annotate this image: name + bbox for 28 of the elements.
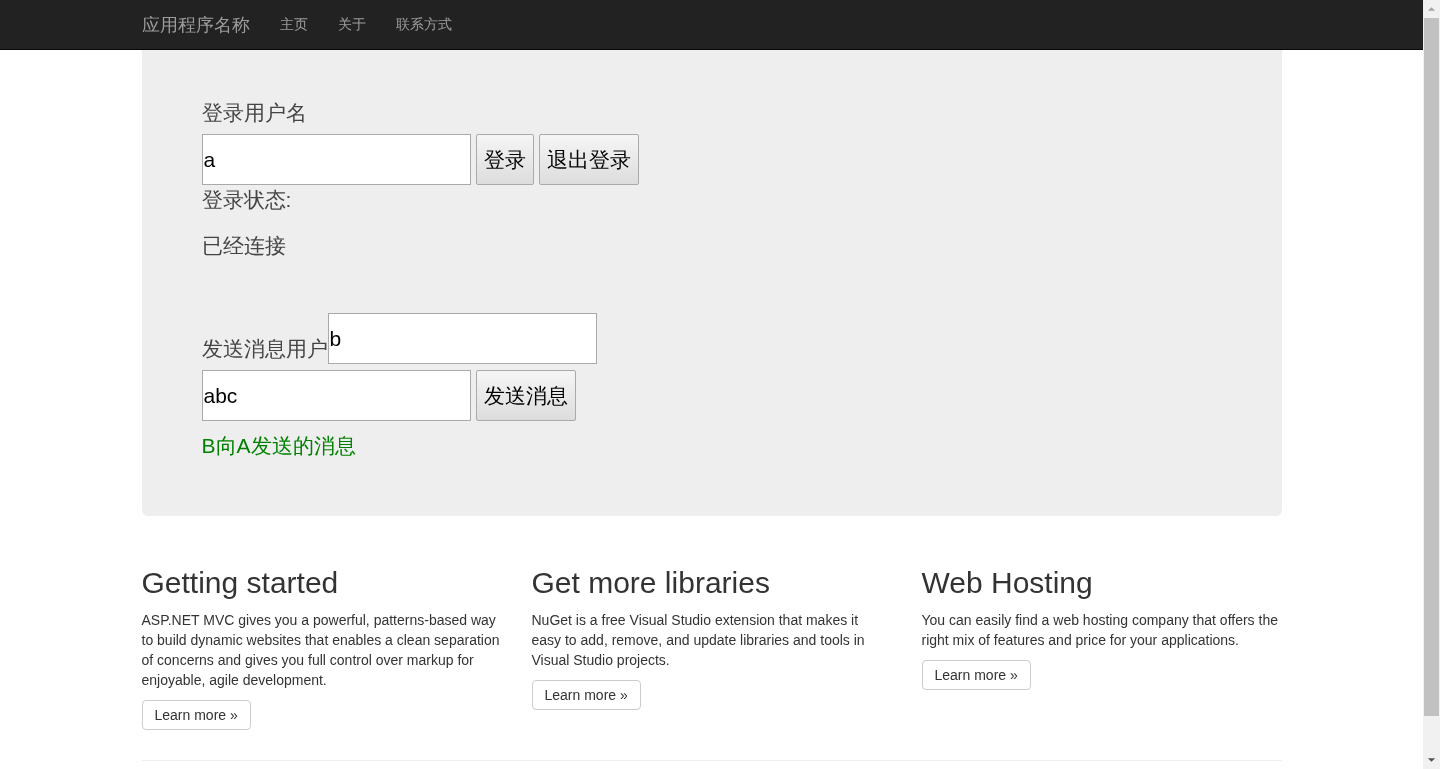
learn-more-button[interactable]: Learn more » bbox=[141, 700, 251, 730]
message-input[interactable]: abc bbox=[201, 370, 471, 421]
received-message: B向A发送的消息 bbox=[201, 433, 357, 459]
section-heading: Get more libraries bbox=[531, 566, 771, 600]
scrollbar-thumb[interactable] bbox=[1424, 18, 1439, 716]
brand-link[interactable]: 应用程序名称 bbox=[141, 13, 250, 37]
section-text: You can easily find a web hosting company that offers the right mix of features and price for your applications. bbox=[921, 611, 1279, 650]
learn-more-button[interactable]: Learn more » bbox=[921, 660, 1031, 690]
section-text: ASP.NET MVC gives you a powerful, patterns-based way to build dynamic websites that enables a clean separation of concerns and gives you full control over markup for enjoyable, agile development. bbox=[141, 611, 501, 690]
section-heading: Getting started bbox=[141, 566, 340, 600]
scrollbar[interactable] bbox=[1423, 0, 1440, 769]
learn-more-button[interactable]: Learn more » bbox=[531, 680, 641, 710]
nav-link[interactable]: 关于 bbox=[337, 16, 366, 34]
scroll-down-icon[interactable] bbox=[1427, 757, 1436, 763]
username-input[interactable]: a bbox=[201, 134, 471, 185]
recipient-input[interactable]: b bbox=[327, 313, 597, 364]
section-text: NuGet is a free Visual Studio extension that makes it easy to add, remove, and update libraries and tools in Visual Studio projects. bbox=[531, 611, 866, 670]
action-button[interactable]: 登录 bbox=[475, 134, 534, 185]
field-label: 登录用户名 bbox=[201, 100, 308, 126]
status-label: 登录状态: bbox=[201, 187, 293, 213]
nav-link[interactable]: 主页 bbox=[279, 16, 308, 34]
scroll-up-icon[interactable] bbox=[1427, 6, 1436, 12]
section-heading: Web Hosting bbox=[921, 566, 1094, 600]
nav-link[interactable]: 联系方式 bbox=[395, 16, 452, 34]
status-text: 已经连接 bbox=[201, 233, 287, 259]
action-button[interactable]: 退出登录 bbox=[538, 134, 639, 185]
field-label: 发送消息用户 bbox=[201, 336, 328, 362]
send-button[interactable]: 发送消息 bbox=[475, 370, 576, 421]
